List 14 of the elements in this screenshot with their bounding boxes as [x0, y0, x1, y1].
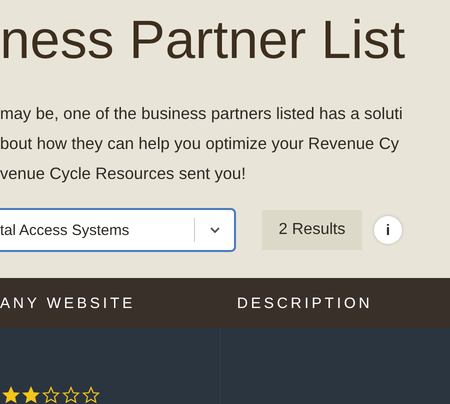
intro-text: bout how they can help you optimize your Revenue Cy: [0, 134, 400, 154]
column-header: DESCRIPTION: [237, 294, 373, 312]
intro-text: may be, one of the business partners listed has a soluti: [0, 104, 404, 124]
intro-text: venue Cycle Resources sent you!: [0, 164, 247, 184]
partner-select[interactable]: tal Access Systems: [0, 208, 236, 252]
results-count: 2 Results: [262, 210, 362, 250]
info-button[interactable]: i: [374, 216, 402, 244]
star-filled-icon: [2, 386, 20, 404]
star-filled-icon: [22, 386, 40, 404]
star-empty-icon: [42, 386, 60, 404]
star-empty-icon: [82, 386, 100, 404]
star-empty-icon: [62, 386, 80, 404]
column-header: ANY WEBSITE: [0, 294, 136, 312]
page-heading: ness Partner List: [0, 9, 406, 72]
